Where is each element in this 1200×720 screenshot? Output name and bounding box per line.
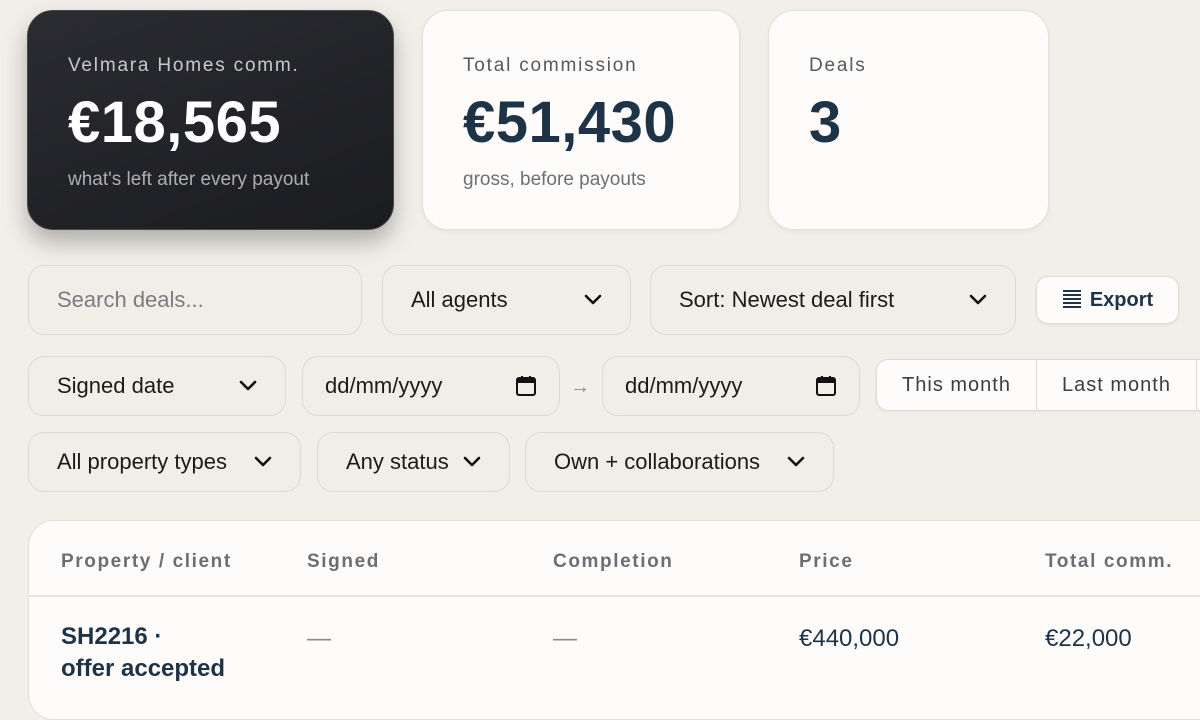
chevron-down-icon	[239, 380, 257, 391]
chevron-down-icon	[584, 294, 602, 305]
chevron-down-icon	[969, 294, 987, 305]
property-type-value: All property types	[57, 449, 227, 474]
price-cell: €440,000	[799, 625, 900, 652]
date-field-select[interactable]: Signed date	[28, 356, 286, 416]
card-value: €51,430	[463, 90, 677, 155]
property-status: offer accepted	[61, 655, 226, 682]
card-company-commission: Velmara Homes comm. €18,565 what's left …	[27, 10, 394, 230]
last-month-button[interactable]: Last month	[1037, 360, 1197, 410]
arrow-right-icon: →	[570, 376, 590, 398]
date-to-input[interactable]: dd/mm/yyyy	[602, 356, 860, 416]
card-label: Velmara Homes comm.	[68, 55, 300, 76]
property-cell[interactable]: SH2216 · offer accepted	[61, 621, 225, 685]
column-header-total-comm[interactable]: Total comm.	[1045, 551, 1173, 573]
quick-range-group: This month Last month	[876, 359, 1200, 411]
date-field-value: Signed date	[57, 373, 175, 398]
chevron-down-icon	[254, 456, 272, 467]
card-total-commission: Total commission €51,430 gross, before p…	[422, 10, 740, 230]
calendar-icon[interactable]	[815, 375, 837, 397]
column-header-property[interactable]: Property / client	[61, 551, 232, 573]
ownership-value: Own + collaborations	[554, 449, 761, 474]
calendar-icon[interactable]	[515, 375, 537, 397]
status-select[interactable]: Any status	[317, 432, 510, 492]
card-label: Total commission	[463, 55, 638, 76]
card-deals: Deals 3	[768, 10, 1049, 230]
completion-cell: —	[553, 625, 577, 652]
card-value: 3	[809, 90, 842, 155]
date-from-placeholder: dd/mm/yyyy	[325, 373, 443, 398]
ownership-select[interactable]: Own + collaborations	[525, 432, 834, 492]
this-month-button[interactable]: This month	[877, 360, 1037, 410]
status-value: Any status	[346, 449, 449, 474]
search-input[interactable]: Search deals...	[28, 265, 362, 335]
chevron-down-icon	[463, 456, 481, 467]
deals-table: Property / client Signed Completion Pric…	[28, 520, 1200, 720]
signed-cell: —	[307, 625, 331, 652]
agents-select[interactable]: All agents	[382, 265, 631, 335]
table-header: Property / client Signed Completion Pric…	[29, 521, 1200, 597]
card-subtext: gross, before payouts	[463, 168, 646, 190]
sort-select[interactable]: Sort: Newest deal first	[650, 265, 1016, 335]
property-ref: SH2216 ·	[61, 623, 163, 650]
column-header-completion[interactable]: Completion	[553, 551, 674, 573]
column-header-price[interactable]: Price	[799, 551, 853, 573]
date-to-placeholder: dd/mm/yyyy	[625, 373, 743, 398]
chevron-down-icon	[787, 456, 805, 467]
sort-select-value: Sort: Newest deal first	[679, 287, 895, 312]
export-label: Export	[1089, 288, 1154, 311]
table-row[interactable]: SH2216 · offer accepted — — €440,000 €22…	[29, 597, 1200, 717]
property-type-select[interactable]: All property types	[28, 432, 301, 492]
column-header-signed[interactable]: Signed	[307, 551, 380, 573]
agents-select-value: All agents	[411, 287, 508, 312]
card-label: Deals	[809, 55, 867, 76]
search-placeholder: Search deals...	[57, 287, 204, 312]
export-button[interactable]: Export	[1036, 276, 1179, 324]
card-subtext: what's left after every payout	[68, 168, 310, 190]
card-value: €18,565	[68, 90, 282, 155]
date-from-input[interactable]: dd/mm/yyyy	[302, 356, 560, 416]
list-icon	[1062, 290, 1081, 308]
total-comm-cell: €22,000	[1045, 625, 1132, 652]
